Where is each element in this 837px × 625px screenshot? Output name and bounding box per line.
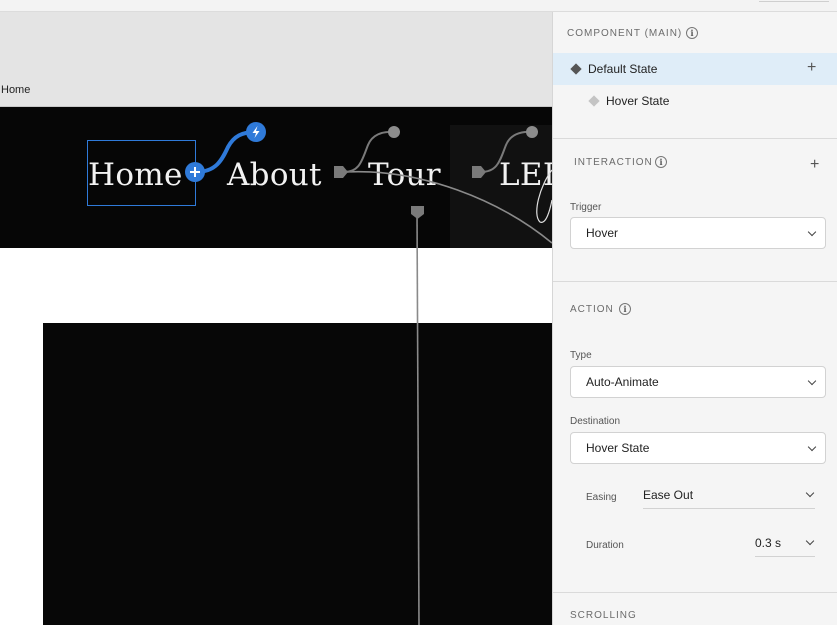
chevron-down-icon [805, 536, 815, 546]
lightning-trigger-icon[interactable] [246, 122, 266, 142]
type-label: Type [570, 350, 592, 361]
state-label: Hover State [606, 94, 670, 108]
top-toolbar [0, 0, 837, 12]
nav-about-text[interactable]: About [227, 157, 322, 193]
section-divider [553, 138, 837, 139]
trigger-value: Hover [586, 226, 619, 240]
destination-label: Destination [570, 416, 621, 427]
selection-box[interactable] [87, 140, 196, 206]
trigger-select[interactable]: Hover [570, 217, 826, 249]
duration-value: 0.3 s [755, 536, 782, 550]
action-type-value: Auto-Animate [586, 375, 659, 389]
section-divider [553, 592, 837, 593]
easing-label: Easing [586, 492, 617, 503]
section-scrolling-heading: SCROLLING [570, 610, 637, 621]
duration-input[interactable]: 0.3 s [755, 533, 815, 557]
destination-value: Hover State [586, 441, 650, 455]
destination-select[interactable]: Hover State [570, 432, 826, 464]
chevron-down-icon [805, 488, 815, 498]
easing-select[interactable]: Ease Out [643, 485, 815, 509]
main-state-diamond-icon [570, 63, 582, 75]
property-inspector: COMPONENT (MAIN) i Default State + Hover… [552, 12, 837, 625]
trigger-dot-tour[interactable] [388, 126, 400, 138]
chevron-down-icon [807, 376, 817, 386]
section-component-heading: COMPONENT (MAIN) [567, 28, 683, 39]
state-row-default[interactable]: Default State + [553, 53, 837, 85]
artboard-home[interactable]: Home About Tour LEI [0, 106, 552, 625]
easing-value: Ease Out [643, 488, 694, 502]
state-diamond-icon [588, 95, 600, 107]
nav-tour-text[interactable]: Tour [368, 157, 441, 193]
section-interaction-heading: INTERACTION [574, 157, 653, 168]
add-state-plus-icon[interactable]: + [807, 60, 816, 76]
state-label: Default State [588, 62, 658, 76]
trigger-label: Trigger [570, 202, 602, 213]
section-divider [553, 281, 837, 282]
duration-label: Duration [586, 540, 624, 551]
info-icon[interactable]: i [686, 27, 698, 39]
action-type-select[interactable]: Auto-Animate [570, 366, 826, 398]
chevron-down-icon [807, 227, 817, 237]
info-icon[interactable]: i [655, 156, 667, 168]
info-icon[interactable]: i [619, 303, 631, 315]
chevron-down-icon [807, 442, 817, 452]
add-interaction-plus-icon[interactable]: + [810, 157, 819, 173]
hero-image-block[interactable] [43, 323, 552, 625]
section-action-heading: ACTION [570, 304, 614, 315]
state-row-hover[interactable]: Hover State [553, 85, 837, 117]
trigger-dot-logo[interactable] [526, 126, 538, 138]
nav-logo-text[interactable]: LEI [499, 157, 552, 193]
add-interaction-icon[interactable] [185, 162, 205, 182]
navbar[interactable]: Home About Tour LEI [0, 107, 552, 248]
toolbar-button[interactable] [759, 0, 829, 2]
artboard-label[interactable]: Home [1, 84, 30, 96]
